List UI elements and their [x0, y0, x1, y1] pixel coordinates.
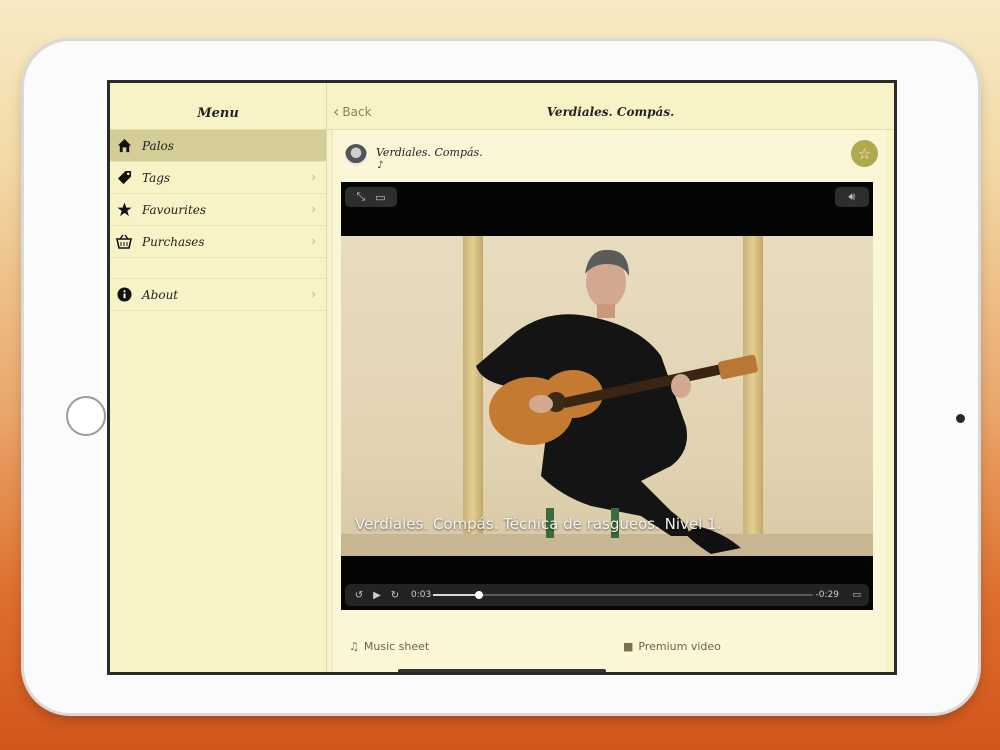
- page-title: Verdiales. Compás.: [546, 105, 675, 119]
- progress-knob[interactable]: [474, 591, 483, 599]
- premium-video-link[interactable]: ■ Premium video: [623, 640, 721, 653]
- rewind-15-icon[interactable]: ↺: [351, 590, 367, 601]
- progress-played: [433, 594, 479, 596]
- fullscreen-icon[interactable]: ⤡: [356, 190, 365, 204]
- device-screen: Menu Palos Tags › Favourites › Purchases…: [107, 80, 897, 675]
- video-frame: Verdiales. Compás. Técnica de rasgueos. …: [341, 236, 873, 556]
- guitarist-figure: [476, 249, 758, 554]
- sidebar-item-label: About: [142, 287, 179, 302]
- star-icon: [116, 202, 132, 218]
- chevron-right-icon: ›: [311, 202, 316, 216]
- music-note-icon: ♪: [377, 160, 384, 171]
- navigation-bar: ‹ Back Verdiales. Compás.: [327, 83, 894, 130]
- menu-divider: [110, 258, 326, 279]
- playback-controls: ↺ ▶ ↻ 0:03 -0:29 ▭: [345, 584, 869, 606]
- sidebar-item-label: Favourites: [142, 202, 207, 217]
- sidebar-item-favourites[interactable]: Favourites ›: [110, 194, 326, 226]
- favourite-button[interactable]: ☆: [851, 140, 878, 167]
- volume-button[interactable]: 🔊︎: [835, 187, 869, 207]
- artist-avatar: [345, 144, 367, 166]
- basket-icon: [116, 234, 132, 250]
- detail-pane: ‹ Back Verdiales. Compás. Verdiales. Com…: [327, 83, 894, 672]
- tag-icon: [116, 170, 132, 186]
- sidebar: Menu Palos Tags › Favourites › Purchases…: [110, 83, 327, 672]
- chevron-right-icon: ›: [311, 287, 316, 301]
- info-icon: [116, 287, 132, 303]
- home-icon: [116, 138, 132, 154]
- music-sheet-label: Music sheet: [363, 640, 430, 653]
- forward-15-icon[interactable]: ↻: [387, 590, 403, 601]
- speaker-icon: 🔊︎: [848, 190, 856, 203]
- sidebar-item-palos[interactable]: Palos: [110, 130, 326, 162]
- video-subtitle: Verdiales. Compás. Técnica de rasgueos. …: [355, 515, 722, 533]
- chevron-right-icon: ›: [311, 170, 316, 184]
- home-indicator: [398, 669, 606, 672]
- sidebar-title: Menu: [110, 99, 326, 130]
- video-detail: Verdiales. Compás. ♪ ☆ ⤡ ▭ 🔊︎ Verdiales.…: [332, 130, 886, 672]
- video-header: Verdiales. Compás. ♪ ☆: [333, 130, 886, 182]
- status-bar: [110, 83, 326, 99]
- chevron-right-icon: ›: [311, 234, 316, 248]
- video-player[interactable]: ⤡ ▭ 🔊︎ Verdiales. Compás. Técnica de ras…: [341, 182, 873, 610]
- elapsed-time: 0:03: [411, 590, 432, 600]
- music-note-icon: ♫: [349, 640, 359, 653]
- sidebar-item-tags[interactable]: Tags ›: [110, 162, 326, 194]
- picture-in-picture-icon[interactable]: ▭: [375, 191, 385, 204]
- sidebar-item-label: Tags: [142, 170, 171, 185]
- star-outline-icon: ☆: [857, 144, 872, 163]
- sidebar-item-purchases[interactable]: Purchases ›: [110, 226, 326, 258]
- home-button[interactable]: [66, 396, 106, 436]
- sidebar-item-label: Palos: [142, 138, 174, 153]
- bottom-links: ♫ Music sheet ■ Premium video: [333, 630, 886, 654]
- sidebar-item-label: Purchases: [142, 234, 205, 249]
- player-top-left-controls: ⤡ ▭: [345, 187, 397, 207]
- front-camera: [956, 414, 965, 423]
- app-window: Menu Palos Tags › Favourites › Purchases…: [110, 83, 894, 672]
- progress-track[interactable]: [433, 591, 813, 599]
- music-sheet-link[interactable]: ♫ Music sheet: [349, 640, 429, 653]
- video-camera-icon: ■: [623, 640, 634, 653]
- remaining-time: -0:29: [815, 590, 839, 600]
- video-title: Verdiales. Compás.: [376, 146, 483, 159]
- sidebar-item-about[interactable]: About ›: [110, 279, 326, 311]
- premium-video-label: Premium video: [638, 640, 721, 653]
- airplay-icon[interactable]: ▭: [852, 590, 861, 600]
- play-button[interactable]: ▶: [369, 590, 385, 601]
